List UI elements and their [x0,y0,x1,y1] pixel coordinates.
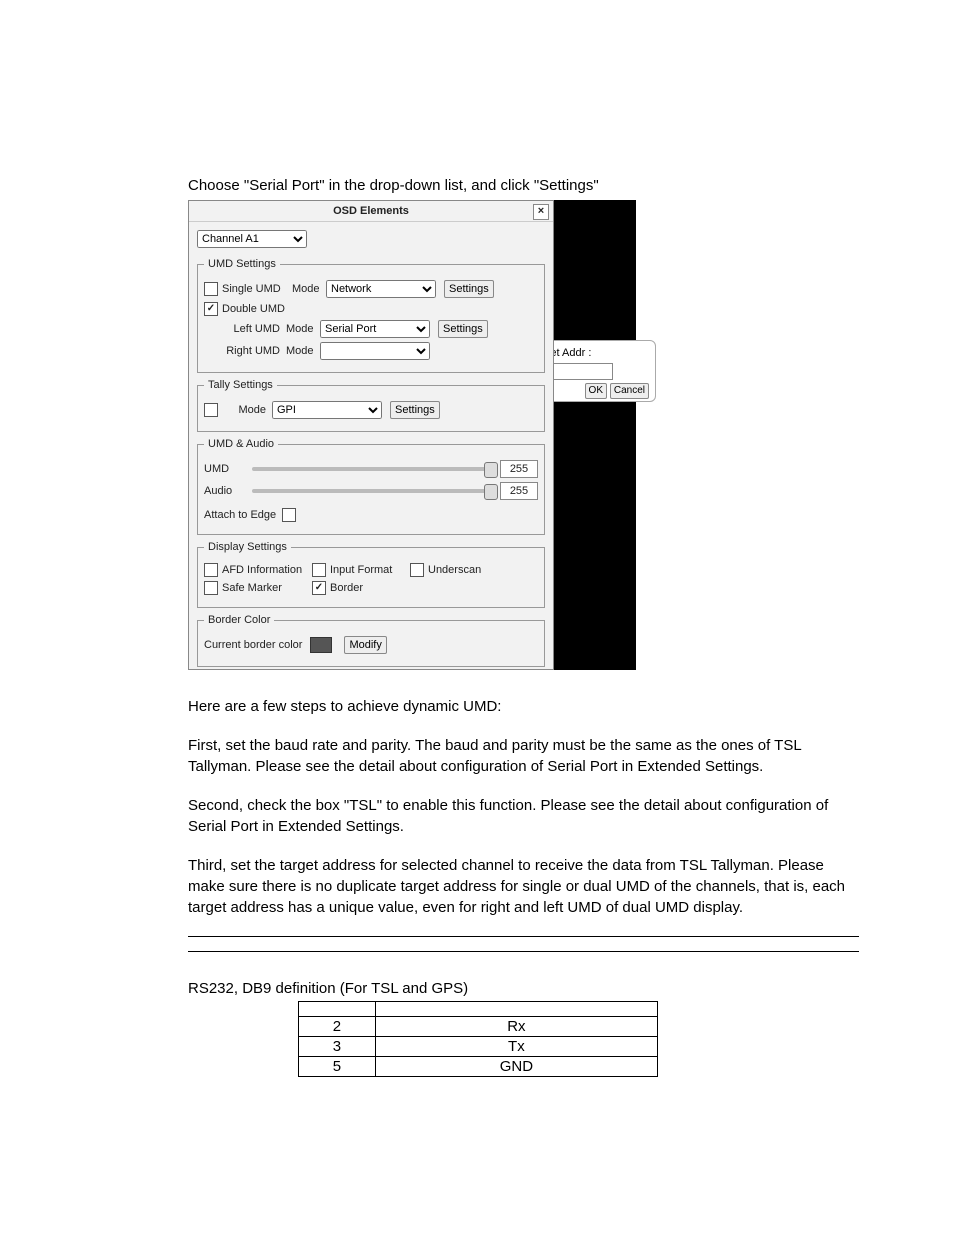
table-row: 2Rx [299,1017,658,1037]
pin-table: 2Rx 3Tx 5GND [298,1001,658,1077]
osd-elements-dialog: OSD Elements × Channel A1 UMD Settings S… [188,200,554,670]
tally-checkbox[interactable] [204,403,218,417]
double-umd-checkbox[interactable] [204,302,218,316]
underscan-checkbox[interactable] [410,563,424,577]
underscan-label: Underscan [428,564,481,576]
border-label: Border [330,582,363,594]
afd-checkbox[interactable] [204,563,218,577]
mode-label-1: Mode [292,283,326,295]
tally-mode-label: Mode [222,404,272,416]
paragraph-here: Here are a few steps to achieve dynamic … [188,696,859,717]
paragraph-second: Second, check the box "TSL" to enable th… [188,795,859,837]
afd-label: AFD Information [222,564,312,576]
cancel-button[interactable]: Cancel [610,383,649,399]
paragraph-third: Third, set the target address for select… [188,855,859,918]
umd-legend: UMD Settings [204,258,280,270]
umd-audio-legend: UMD & Audio [204,438,278,450]
mode-label-2: Mode [286,323,320,335]
safemarker-label: Safe Marker [222,582,312,594]
screenshot-container: Target Addr : OK Cancel OSD Elements × C… [188,200,636,670]
border-color-swatch [310,637,332,653]
right-umd-mode-select[interactable] [320,342,430,360]
safemarker-checkbox[interactable] [204,581,218,595]
paragraph-first: First, set the baud rate and parity. The… [188,735,859,777]
attach-edge-checkbox[interactable] [282,508,296,522]
tally-mode-select[interactable]: GPI [272,401,382,419]
mode-label-3: Mode [286,345,320,357]
tally-legend: Tally Settings [204,379,277,391]
modify-button[interactable]: Modify [344,636,386,654]
audio-slider-label: Audio [204,485,244,497]
channel-select[interactable]: Channel A1 [197,230,307,248]
table-row: 3Tx [299,1037,658,1057]
dialog-title: OSD Elements [333,205,409,217]
double-umd-label: Double UMD [222,303,285,315]
single-umd-settings-button[interactable]: Settings [444,280,494,298]
left-umd-settings-button[interactable]: Settings [438,320,488,338]
umd-audio-group: UMD & Audio UMD 255 Audio 255 Attach to … [197,438,545,535]
display-settings-group: Display Settings AFD Information Input F… [197,541,545,608]
inputformat-label: Input Format [330,564,410,576]
left-umd-mode-select[interactable]: Serial Port [320,320,430,338]
single-umd-checkbox[interactable] [204,282,218,296]
inputformat-checkbox[interactable] [312,563,326,577]
current-border-label: Current border color [204,639,302,651]
dialog-titlebar: OSD Elements × [189,201,553,222]
attach-edge-label: Attach to Edge [204,509,276,521]
slider-thumb[interactable] [484,462,498,478]
audio-value: 255 [500,482,538,500]
umd-settings-group: UMD Settings Single UMD Mode Network Set… [197,258,545,373]
umd-slider[interactable] [252,467,492,471]
border-color-legend: Border Color [204,614,274,626]
single-umd-label: Single UMD [222,283,292,295]
tally-settings-button[interactable]: Settings [390,401,440,419]
table-header-row [299,1002,658,1017]
intro-text: Choose "Serial Port" in the drop-down li… [188,176,859,196]
slider-thumb[interactable] [484,484,498,500]
display-legend: Display Settings [204,541,291,553]
umd-slider-label: UMD [204,463,244,475]
close-icon[interactable]: × [533,204,549,220]
table-row: 5GND [299,1057,658,1077]
umd-value: 255 [500,460,538,478]
single-umd-mode-select[interactable]: Network [326,280,436,298]
left-umd-label: Left UMD [220,323,286,335]
audio-slider[interactable] [252,489,492,493]
rs232-title: RS232, DB9 definition (For TSL and GPS) [188,980,859,997]
border-checkbox[interactable] [312,581,326,595]
right-umd-label: Right UMD [220,345,286,357]
tally-settings-group: Tally Settings Mode GPI Settings [197,379,545,432]
ok-button[interactable]: OK [585,383,607,399]
border-color-group: Border Color Current border color Modify [197,614,545,667]
section-divider [188,936,859,952]
